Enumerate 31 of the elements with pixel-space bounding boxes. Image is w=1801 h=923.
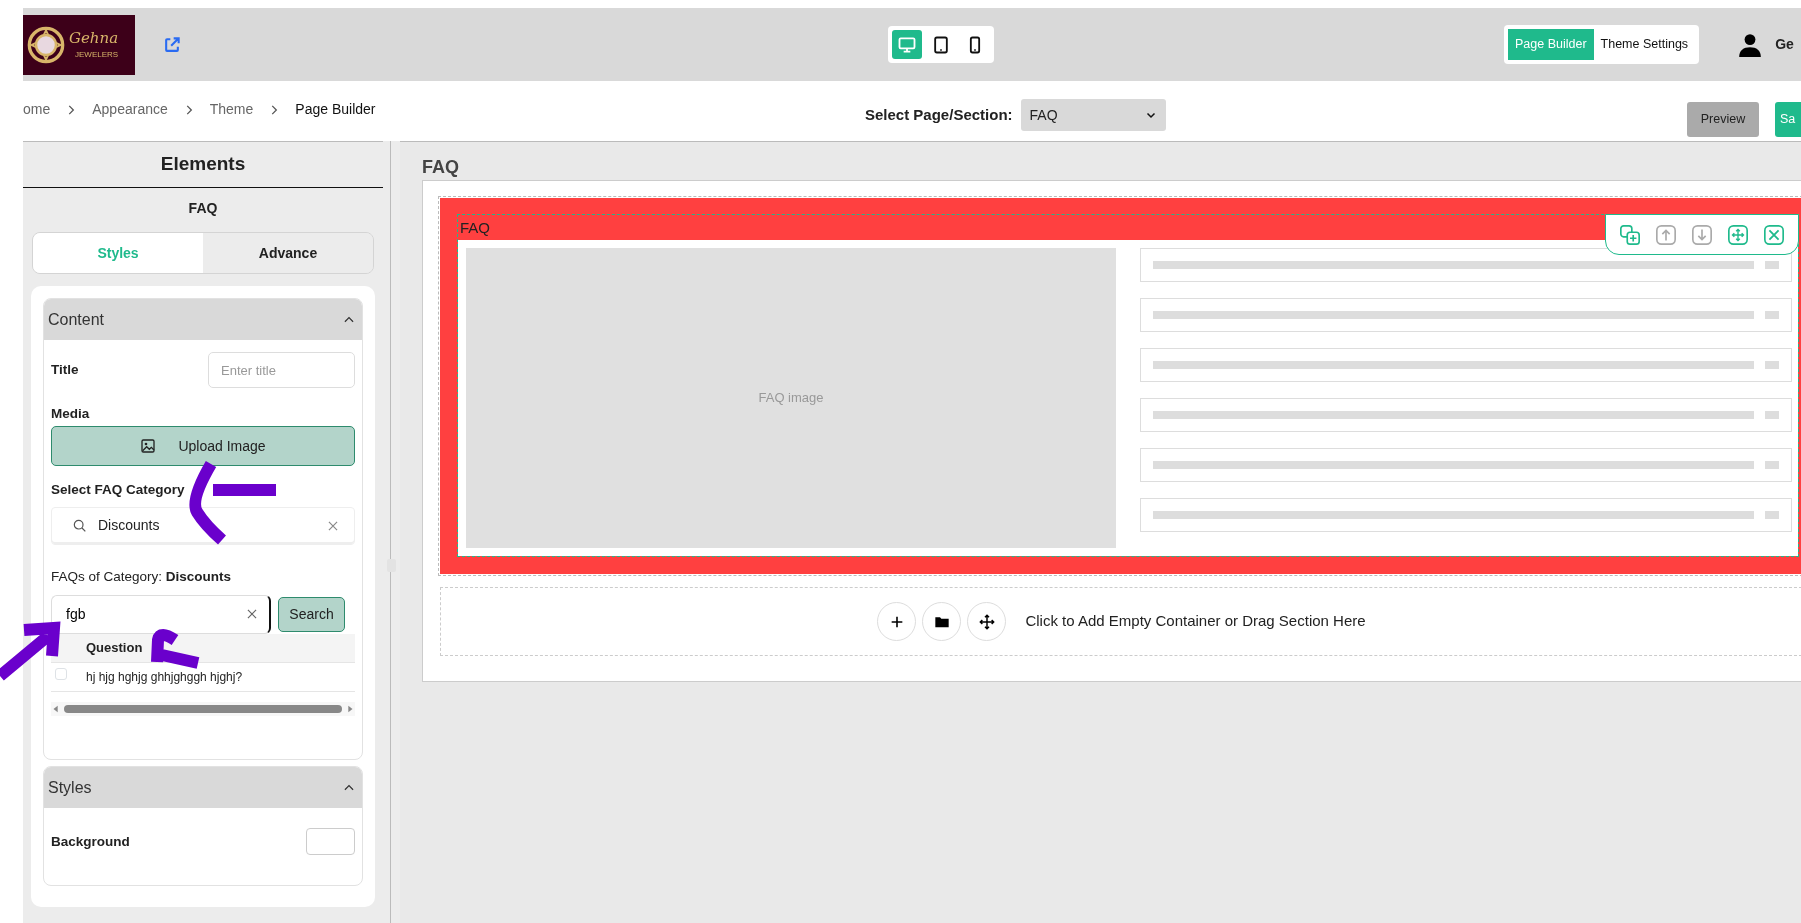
drop-zone-hint: Click to Add Empty Container or Drag Section Here [1025, 611, 1366, 632]
logo-tagline: JEWELERS [74, 49, 119, 61]
accordion-title: Styles [48, 777, 92, 798]
accordion-title: Content [48, 309, 105, 330]
field-label: Select FAQ Category [51, 481, 186, 500]
question-search-field[interactable]: fgb [51, 594, 271, 634]
accordion-header[interactable]: Content [44, 299, 362, 340]
search-button[interactable]: Search [278, 596, 345, 632]
breadcrumb-link[interactable]: ome [23, 99, 51, 120]
logo-text: Gehna [69, 29, 119, 47]
section-label: FAQ [460, 218, 490, 238]
user-name[interactable]: Ge [1775, 34, 1794, 55]
mode-tab[interactable]: Theme Settings [1593, 29, 1696, 60]
preview-button[interactable]: Preview [1687, 102, 1759, 137]
field-label: Title [51, 361, 79, 379]
category-value: Discounts [98, 516, 161, 535]
faqs-label: FAQs of Category: Discounts [51, 567, 233, 586]
field-label: Media [51, 405, 91, 423]
page-select[interactable]: FAQ [1020, 99, 1166, 131]
page-select-label: Select Page/Section: [865, 104, 1013, 125]
breadcrumb-link[interactable]: Appearance [92, 99, 168, 120]
field-label: Background [51, 832, 130, 851]
image-placeholder-label: FAQ image [758, 389, 824, 408]
title-field[interactable]: Enter title [208, 352, 355, 388]
upload-button[interactable]: Upload Image [51, 426, 355, 467]
element-name: FAQ [187, 199, 219, 218]
table-cell: hj hjg hghjg ghhjghggh hjghj? [85, 662, 355, 692]
breadcrumb-link[interactable]: Theme [209, 99, 254, 120]
canvas-title: FAQ [422, 156, 460, 178]
accordion-header[interactable]: Styles [44, 767, 362, 809]
category-select[interactable]: Discounts [51, 506, 355, 545]
